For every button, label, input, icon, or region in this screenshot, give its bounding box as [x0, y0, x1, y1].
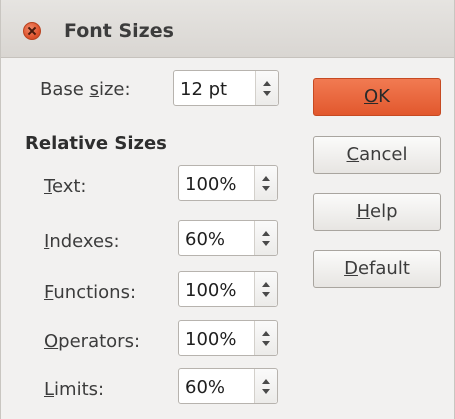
indexes-spinbox[interactable]: 60%	[178, 220, 278, 256]
ok-button[interactable]: OK	[313, 78, 441, 116]
spin-down-icon[interactable]	[262, 241, 270, 246]
ok-button-mnemonic: O	[364, 86, 379, 107]
spin-arrows-icon[interactable]	[254, 272, 277, 306]
spin-down-icon[interactable]	[262, 341, 270, 346]
help-button-rest: elp	[370, 201, 398, 222]
help-button-mnemonic: H	[356, 201, 371, 222]
operators-value[interactable]: 100%	[185, 329, 236, 350]
close-icon[interactable]	[23, 22, 41, 40]
functions-spinbox[interactable]: 100%	[178, 271, 278, 307]
base-size-label-post: ize:	[98, 79, 131, 100]
functions-label-rest: unctions:	[53, 282, 137, 303]
operators-label-mnemonic: O	[44, 331, 59, 352]
base-size-value[interactable]: 12 pt	[180, 79, 227, 100]
operators-label: Operators:	[44, 331, 140, 352]
functions-label: Functions:	[44, 282, 136, 303]
indexes-value[interactable]: 60%	[185, 229, 225, 250]
spin-up-icon[interactable]	[262, 379, 270, 384]
indexes-label-rest: ndexes:	[49, 231, 120, 252]
operators-label-rest: perators:	[58, 331, 141, 352]
base-size-label: Base size:	[40, 79, 131, 100]
spin-up-icon[interactable]	[262, 282, 270, 287]
text-label-rest: ext:	[51, 176, 87, 197]
relative-sizes-heading: Relative Sizes	[25, 133, 167, 154]
title-bar: Font Sizes	[1, 0, 454, 58]
limits-value[interactable]: 60%	[185, 377, 225, 398]
cancel-button[interactable]: Cancel	[313, 136, 441, 174]
ok-button-rest: K	[378, 86, 390, 107]
spin-down-icon[interactable]	[262, 186, 270, 191]
spin-up-icon[interactable]	[263, 81, 271, 86]
cancel-button-mnemonic: C	[346, 144, 360, 165]
spin-down-icon[interactable]	[263, 91, 271, 96]
cancel-button-rest: ancel	[359, 144, 408, 165]
default-button-mnemonic: D	[344, 258, 358, 279]
font-sizes-dialog: Font Sizes Base size: 12 pt Relative Siz…	[0, 0, 455, 419]
limits-spinbox[interactable]: 60%	[178, 368, 278, 404]
spin-arrows-icon[interactable]	[255, 71, 278, 105]
spin-down-icon[interactable]	[262, 292, 270, 297]
operators-spinbox[interactable]: 100%	[178, 320, 278, 356]
spin-down-icon[interactable]	[262, 389, 270, 394]
base-size-spinbox[interactable]: 12 pt	[173, 70, 279, 106]
help-button[interactable]: Help	[313, 193, 441, 231]
spin-arrows-icon[interactable]	[254, 369, 277, 403]
dialog-title: Font Sizes	[64, 20, 174, 42]
indexes-label: Indexes:	[44, 231, 120, 252]
limits-label: Limits:	[44, 379, 104, 400]
base-size-label-pre: Base	[40, 79, 90, 100]
spin-up-icon[interactable]	[262, 331, 270, 336]
functions-label-mnemonic: F	[44, 282, 54, 303]
default-button[interactable]: Default	[313, 250, 441, 288]
text-spinbox[interactable]: 100%	[178, 165, 278, 201]
spin-up-icon[interactable]	[262, 176, 270, 181]
base-size-label-mnemonic: s	[89, 79, 99, 100]
text-value[interactable]: 100%	[185, 174, 236, 195]
spin-arrows-icon[interactable]	[254, 166, 277, 200]
spin-arrows-icon[interactable]	[254, 321, 277, 355]
limits-label-rest: imits:	[54, 379, 105, 400]
spin-up-icon[interactable]	[262, 231, 270, 236]
default-button-rest: efault	[357, 258, 410, 279]
text-label: Text:	[44, 176, 86, 197]
functions-value[interactable]: 100%	[185, 280, 236, 301]
limits-label-mnemonic: L	[44, 379, 55, 400]
spin-arrows-icon[interactable]	[254, 221, 277, 255]
text-label-mnemonic: T	[44, 176, 52, 197]
